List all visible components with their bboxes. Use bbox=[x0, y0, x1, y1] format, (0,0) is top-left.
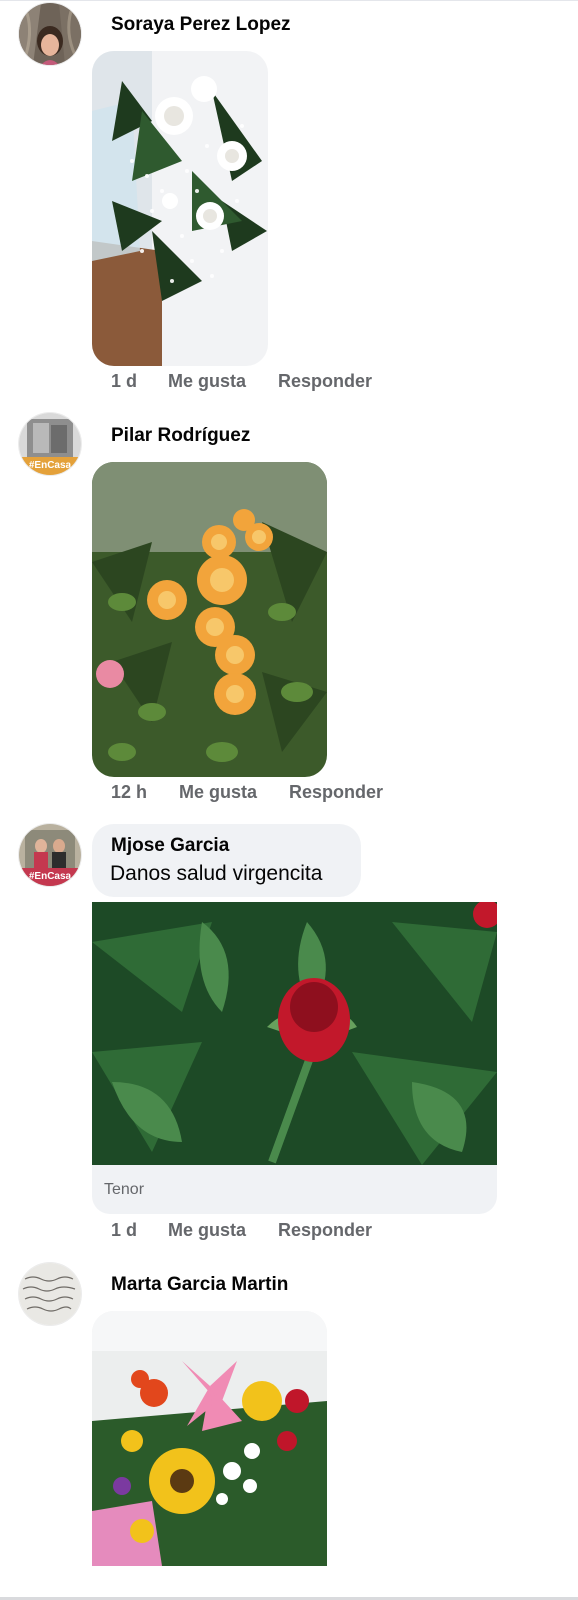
comment-photo-roses-orange[interactable] bbox=[92, 462, 327, 777]
comment-actions: 1 d Me gusta Responder bbox=[111, 1220, 372, 1241]
svg-text:#EnCasa: #EnCasa bbox=[29, 460, 72, 471]
comment-actions: 1 d Me gusta Responder bbox=[111, 371, 372, 392]
avatar-mjose[interactable]: #EnCasa bbox=[19, 824, 81, 886]
gif-provider-label: Tenor bbox=[104, 1181, 145, 1198]
comment-timestamp[interactable]: 12 h bbox=[111, 782, 179, 803]
comment-text: Danos salud virgencita bbox=[110, 862, 323, 885]
avatar-soraya[interactable] bbox=[19, 3, 81, 65]
comment-bubble[interactable]: Mjose Garcia Danos salud virgencita bbox=[92, 824, 361, 897]
like-button[interactable]: Me gusta bbox=[168, 1220, 246, 1241]
reply-button[interactable]: Responder bbox=[278, 371, 372, 392]
svg-text:#EnCasa: #EnCasa bbox=[29, 871, 72, 882]
comment-author[interactable]: Marta Garcia Martin bbox=[111, 1274, 288, 1296]
comment-photo-roses-white[interactable] bbox=[92, 51, 268, 366]
comment-author[interactable]: Soraya Perez Lopez bbox=[111, 14, 291, 36]
like-button[interactable]: Me gusta bbox=[179, 782, 257, 803]
reply-button[interactable]: Responder bbox=[289, 782, 383, 803]
comment-timestamp[interactable]: 1 d bbox=[111, 371, 168, 392]
like-button[interactable]: Me gusta bbox=[168, 371, 246, 392]
gif-attachment[interactable]: Tenor bbox=[92, 902, 497, 1214]
comment-author[interactable]: Pilar Rodríguez bbox=[111, 425, 250, 447]
comment-photo-flower-bouquet[interactable] bbox=[92, 1311, 327, 1566]
comment-timestamp[interactable]: 1 d bbox=[111, 1220, 168, 1241]
reply-button[interactable]: Responder bbox=[278, 1220, 372, 1241]
comment-author[interactable]: Mjose Garcia bbox=[111, 835, 229, 857]
avatar-marta[interactable] bbox=[19, 1263, 81, 1325]
gif-red-rose[interactable] bbox=[92, 902, 497, 1165]
comment-actions: 12 h Me gusta Responder bbox=[111, 782, 383, 803]
top-divider bbox=[0, 0, 578, 1]
avatar-pilar[interactable]: #EnCasa bbox=[19, 413, 81, 475]
